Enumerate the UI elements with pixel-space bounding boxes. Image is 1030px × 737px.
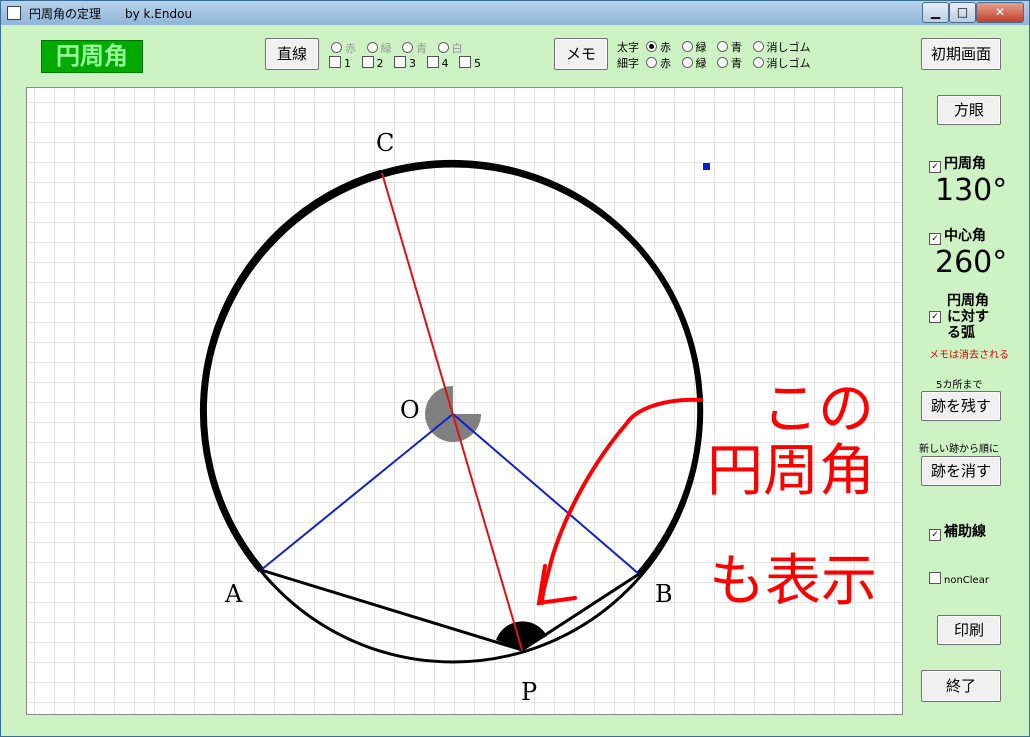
aux-line-toggle[interactable]: ✓ 補助線 bbox=[929, 521, 986, 541]
maximize-button[interactable]: □ bbox=[949, 2, 976, 23]
aux-line-label: 補助線 bbox=[944, 524, 986, 540]
arc-label: 円周角 に対す る弧 bbox=[947, 293, 989, 341]
line-color-green[interactable]: 緑 bbox=[366, 42, 392, 55]
line-slot-checks: 1 2 3 4 5 bbox=[329, 56, 481, 70]
grid-button[interactable]: 方眼 bbox=[937, 95, 1001, 125]
line-slot-5[interactable]: 5 bbox=[459, 56, 481, 70]
line-color-options: 赤 緑 青 白 bbox=[331, 40, 463, 56]
reset-button[interactable]: 初期画面 bbox=[921, 38, 1001, 70]
memo-text-line2: 円周角 bbox=[707, 439, 875, 504]
point-label-A: A bbox=[224, 580, 243, 608]
central-toggle[interactable]: ✓ 中心角 bbox=[929, 225, 986, 245]
trace-limit-note: 5カ所まで bbox=[936, 380, 983, 391]
close-button[interactable]: ✕ bbox=[976, 2, 1024, 23]
thin-eraser[interactable]: 消しゴム bbox=[752, 57, 811, 70]
thick-label: 太字 bbox=[617, 41, 639, 54]
app-icon bbox=[7, 6, 21, 20]
line-slot-4[interactable]: 4 bbox=[426, 56, 449, 70]
window-title: 円周角の定理 by k.Endou bbox=[29, 7, 193, 21]
thin-label: 細字 bbox=[617, 57, 639, 70]
memo-text-line1: この bbox=[762, 377, 874, 442]
line-button[interactable]: 直線 bbox=[265, 38, 319, 70]
geometry-figure: C O A B P この 円周角 も表示 bbox=[27, 88, 902, 714]
erase-trace-button[interactable]: 跡を消す bbox=[921, 456, 1001, 486]
point-label-C: C bbox=[376, 129, 394, 157]
memo-text-line3: も表示 bbox=[709, 549, 877, 614]
drawing-canvas[interactable]: C O A B P この 円周角 も表示 bbox=[26, 87, 903, 715]
thin-blue[interactable]: 青 bbox=[717, 57, 742, 70]
point-label-O: O bbox=[400, 396, 420, 424]
thin-green[interactable]: 緑 bbox=[681, 57, 707, 70]
thick-green[interactable]: 緑 bbox=[681, 41, 707, 54]
point-label-B: B bbox=[655, 580, 673, 608]
inscribed-angle-value: 130° bbox=[935, 173, 1008, 208]
line-slot-2[interactable]: 2 bbox=[361, 56, 384, 70]
central-angle-value: 260° bbox=[935, 245, 1008, 280]
thin-red[interactable]: 赤 bbox=[646, 57, 671, 70]
line-slot-1[interactable]: 1 bbox=[329, 56, 351, 70]
nonclear-label: nonClear bbox=[944, 575, 989, 586]
app-window: 円周角の定理 by k.Endou ▁ □ ✕ 円周角 直線 赤 緑 青 白 1… bbox=[0, 0, 1030, 737]
line-color-red[interactable]: 赤 bbox=[331, 42, 356, 55]
app-badge: 円周角 bbox=[41, 40, 143, 73]
arc-toggle[interactable]: ✓ bbox=[929, 311, 941, 323]
thick-pen-row: 太字 赤 緑 青 消しゴム bbox=[617, 39, 811, 55]
print-button[interactable]: 印刷 bbox=[937, 615, 1001, 645]
exit-button[interactable]: 終了 bbox=[921, 670, 1001, 702]
line-color-white[interactable]: 白 bbox=[437, 42, 463, 55]
keep-trace-button[interactable]: 跡を残す bbox=[921, 391, 1001, 421]
inscribed-label: 円周角 bbox=[944, 156, 986, 172]
title-bar: 円周角の定理 by k.Endou ▁ □ ✕ bbox=[1, 1, 1029, 25]
line-color-blue[interactable]: 青 bbox=[402, 42, 427, 55]
nonclear-toggle[interactable]: nonClear bbox=[929, 572, 989, 586]
minimize-button[interactable]: ▁ bbox=[922, 2, 949, 23]
marker-dot bbox=[703, 163, 710, 170]
thick-blue[interactable]: 青 bbox=[717, 41, 742, 54]
memo-warning: メモは消去される bbox=[929, 350, 1009, 361]
thick-red[interactable]: 赤 bbox=[646, 41, 671, 54]
inscribed-toggle[interactable]: ✓ 円周角 bbox=[929, 153, 986, 173]
line-slot-3[interactable]: 3 bbox=[394, 56, 416, 70]
thin-pen-row: 細字 赤 緑 青 消しゴム bbox=[617, 55, 811, 71]
thick-eraser[interactable]: 消しゴム bbox=[752, 41, 811, 54]
central-label: 中心角 bbox=[944, 228, 986, 244]
point-label-P: P bbox=[521, 678, 537, 706]
memo-button[interactable]: メモ bbox=[554, 38, 608, 70]
erase-order-note: 新しい跡から順に bbox=[919, 444, 999, 455]
